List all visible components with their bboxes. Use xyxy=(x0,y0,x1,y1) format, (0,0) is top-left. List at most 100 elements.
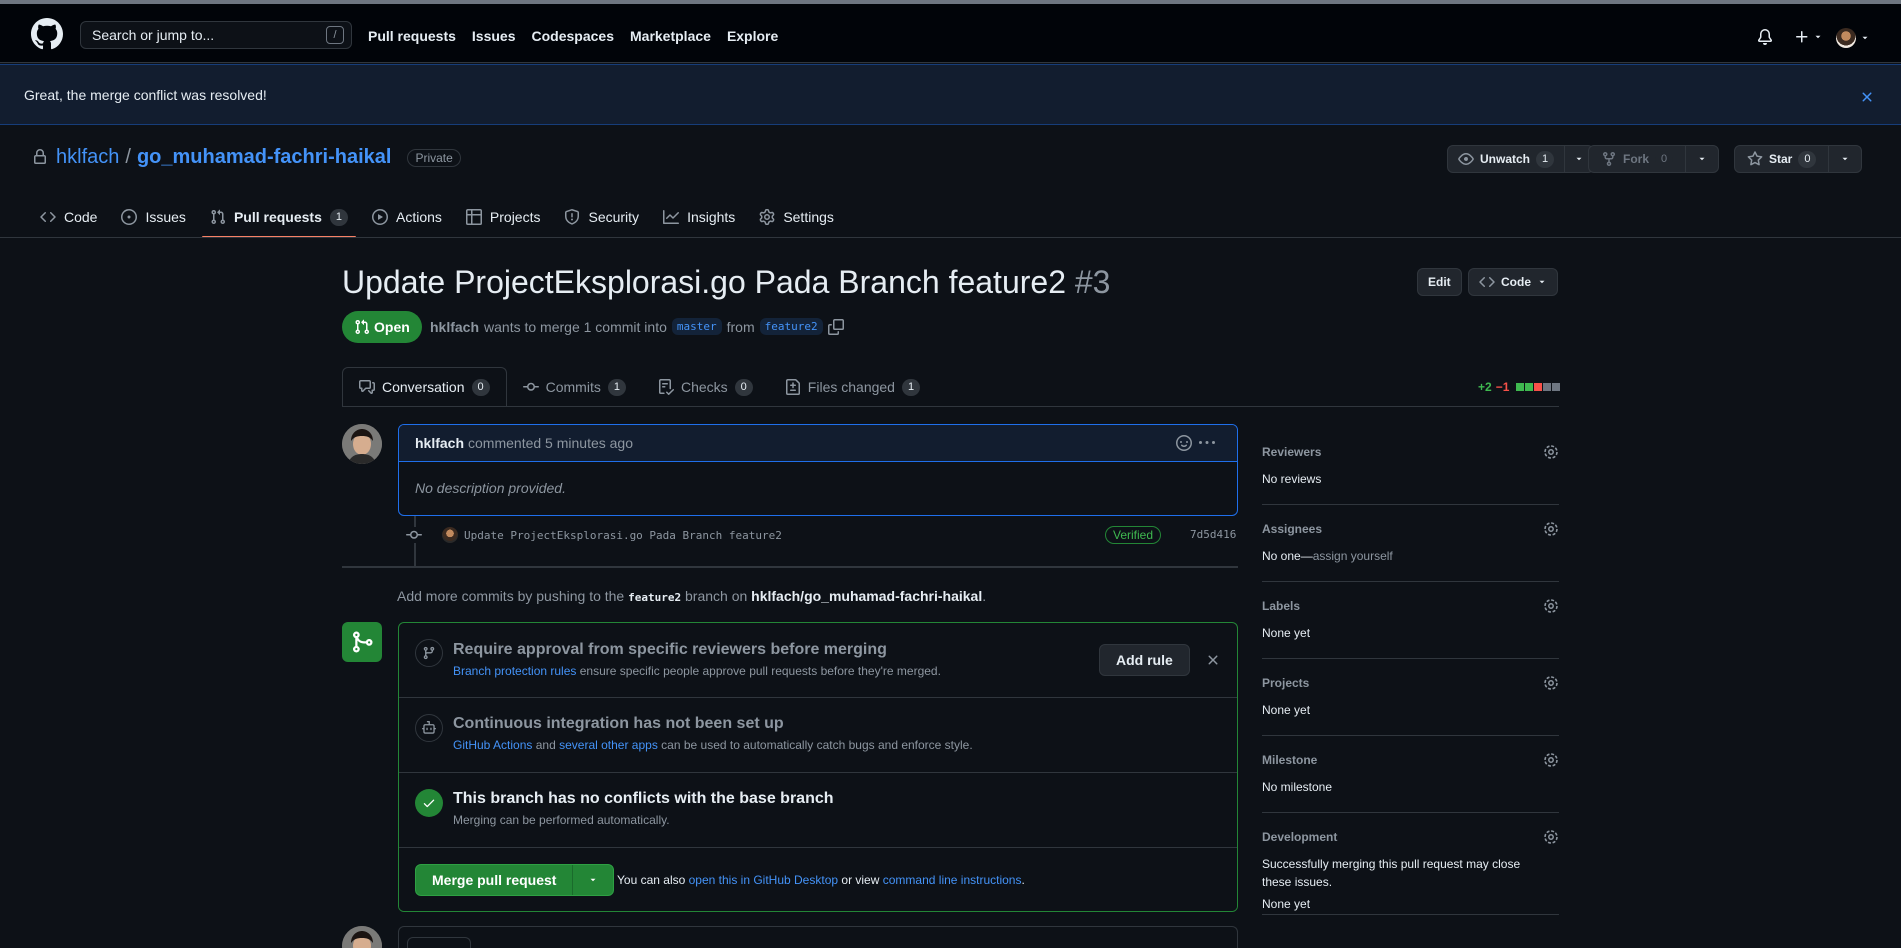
caret-down-icon xyxy=(590,878,596,882)
unwatch-label: Unwatch xyxy=(1480,152,1531,166)
tab-pull-requests[interactable]: Pull requests 1 xyxy=(201,196,357,238)
create-new-button[interactable] xyxy=(1794,29,1823,45)
write-tab[interactable] xyxy=(407,937,471,948)
user-menu-button[interactable] xyxy=(1836,28,1870,48)
merge-action-section: Merge pull request You can also open thi… xyxy=(399,848,1237,911)
pr-state-badge: Open xyxy=(342,311,422,343)
files-count: 1 xyxy=(901,378,921,396)
notifications-bell-icon[interactable] xyxy=(1757,29,1773,45)
tab-code[interactable]: Code xyxy=(32,196,105,238)
gear-icon[interactable] xyxy=(1543,598,1559,614)
push-note-branch: feature2 xyxy=(628,591,682,604)
tab-commits[interactable]: Commits 1 xyxy=(507,367,642,407)
star-dropdown[interactable] xyxy=(1829,146,1861,172)
tab-projects[interactable]: Projects xyxy=(458,196,549,238)
new-comment-avatar xyxy=(342,926,382,948)
watch-button-group: Unwatch 1 xyxy=(1447,145,1595,173)
tab-pull-requests-label: Pull requests xyxy=(233,209,322,225)
nav-explore[interactable]: Explore xyxy=(727,28,778,44)
comment-author[interactable]: hklfach xyxy=(415,435,464,451)
github-actions-link[interactable]: GitHub Actions xyxy=(453,738,532,752)
comment-author-avatar[interactable] xyxy=(342,424,382,464)
fork-button[interactable]: Fork 0 xyxy=(1589,146,1687,172)
gear-icon[interactable] xyxy=(1543,521,1559,537)
copy-icon[interactable] xyxy=(827,318,844,335)
tab-issues[interactable]: Issues xyxy=(113,196,193,238)
nav-marketplace[interactable]: Marketplace xyxy=(630,28,711,44)
edit-label: Edit xyxy=(1428,275,1451,289)
tab-checks[interactable]: Checks 0 xyxy=(642,367,769,407)
repo-name-link[interactable]: go_muhamad-fachri-haikal xyxy=(137,146,392,169)
comment-discussion-icon xyxy=(359,380,375,394)
assign-yourself-link[interactable]: assign yourself xyxy=(1313,549,1393,563)
star-button[interactable]: Star 0 xyxy=(1735,146,1830,172)
projects-heading: Projects xyxy=(1262,676,1310,690)
merge-alternatives: You can also open this in GitHub Desktop… xyxy=(617,873,1025,887)
search-placeholder: Search or jump to... xyxy=(92,27,215,43)
unwatch-button[interactable]: Unwatch 1 xyxy=(1448,146,1566,172)
tab-insights[interactable]: Insights xyxy=(655,196,743,238)
tab-actions[interactable]: Actions xyxy=(364,196,450,238)
close-icon[interactable] xyxy=(1205,652,1221,668)
ci-subtitle: GitHub Actions and several other apps ca… xyxy=(453,738,973,752)
flash-banner: Great, the merge conflict was resolved! xyxy=(0,64,1901,125)
graph-icon xyxy=(663,210,680,224)
search-shortcut-key: / xyxy=(326,26,344,44)
branch-protection-link[interactable]: Branch protection rules xyxy=(453,664,576,678)
checklist-icon xyxy=(658,379,674,395)
caret-down-icon xyxy=(1815,35,1821,39)
base-branch[interactable]: master xyxy=(671,318,722,335)
gear-icon[interactable] xyxy=(1543,829,1559,845)
close-icon[interactable] xyxy=(1859,89,1875,105)
commit-author-avatar[interactable] xyxy=(442,527,458,543)
github-logo-icon[interactable] xyxy=(31,18,63,50)
pr-description-comment: hklfach commented 5 minutes ago No descr… xyxy=(398,424,1238,516)
other-apps-link[interactable]: several other apps xyxy=(559,738,658,752)
github-desktop-link[interactable]: open this in GitHub Desktop xyxy=(689,873,838,887)
tab-files-changed[interactable]: Files changed 1 xyxy=(769,367,936,407)
reviewers-value: No reviews xyxy=(1262,472,1322,486)
star-label: Star xyxy=(1769,152,1793,166)
smiley-icon[interactable] xyxy=(1176,435,1192,451)
star-count: 0 xyxy=(1798,150,1817,168)
head-branch[interactable]: feature2 xyxy=(759,318,823,335)
pr-tabs-divider xyxy=(342,406,1559,407)
pull-requests-count: 1 xyxy=(329,208,348,226)
commit-message[interactable]: Update ProjectEksplorasi.go Pada Branch … xyxy=(464,529,782,542)
tab-conversation[interactable]: Conversation 0 xyxy=(342,367,507,407)
fork-dropdown[interactable] xyxy=(1686,146,1718,172)
new-comment-box xyxy=(398,926,1238,948)
sidebar-projects: Projects None yet xyxy=(1262,659,1559,736)
kebab-horizontal-icon[interactable] xyxy=(1199,435,1215,451)
code-dropdown-button[interactable]: Code xyxy=(1468,268,1558,296)
star-icon xyxy=(1747,151,1763,166)
nav-pull-requests[interactable]: Pull requests xyxy=(368,28,456,44)
comment-timestamp[interactable]: commented 5 minutes ago xyxy=(468,435,633,451)
user-avatar xyxy=(1836,28,1856,48)
assignees-value: No one—assign yourself xyxy=(1262,549,1393,563)
verified-badge[interactable]: Verified xyxy=(1105,526,1162,544)
search-input[interactable]: Search or jump to... / xyxy=(80,21,352,49)
nav-issues[interactable]: Issues xyxy=(472,28,516,44)
commit-sha[interactable]: 7d5d416 xyxy=(1190,528,1236,541)
add-rule-button[interactable]: Add rule xyxy=(1099,644,1190,676)
gear-icon[interactable] xyxy=(1543,752,1559,768)
tab-security[interactable]: Security xyxy=(556,196,647,238)
pr-author-link[interactable]: hklfach xyxy=(430,319,479,335)
gear-icon[interactable] xyxy=(1543,444,1559,460)
merge-method-dropdown[interactable] xyxy=(573,865,613,895)
tab-settings[interactable]: Settings xyxy=(751,196,842,238)
gear-icon[interactable] xyxy=(1543,675,1559,691)
merge-pull-request-button[interactable]: Merge pull request xyxy=(416,865,574,895)
nav-codespaces[interactable]: Codespaces xyxy=(532,28,614,44)
command-line-link[interactable]: command line instructions xyxy=(883,873,1022,887)
merge-status-icon xyxy=(342,622,382,662)
conflicts-subtitle: Merging can be performed automatically. xyxy=(453,813,670,827)
shield-icon xyxy=(565,209,580,225)
edit-title-button[interactable]: Edit xyxy=(1417,268,1462,296)
checks-count: 0 xyxy=(734,378,753,396)
merge-button-label: Merge pull request xyxy=(432,872,557,888)
repo-owner-link[interactable]: hklfach xyxy=(56,146,119,169)
eye-icon xyxy=(1458,153,1474,165)
tab-code-label: Code xyxy=(64,209,98,225)
